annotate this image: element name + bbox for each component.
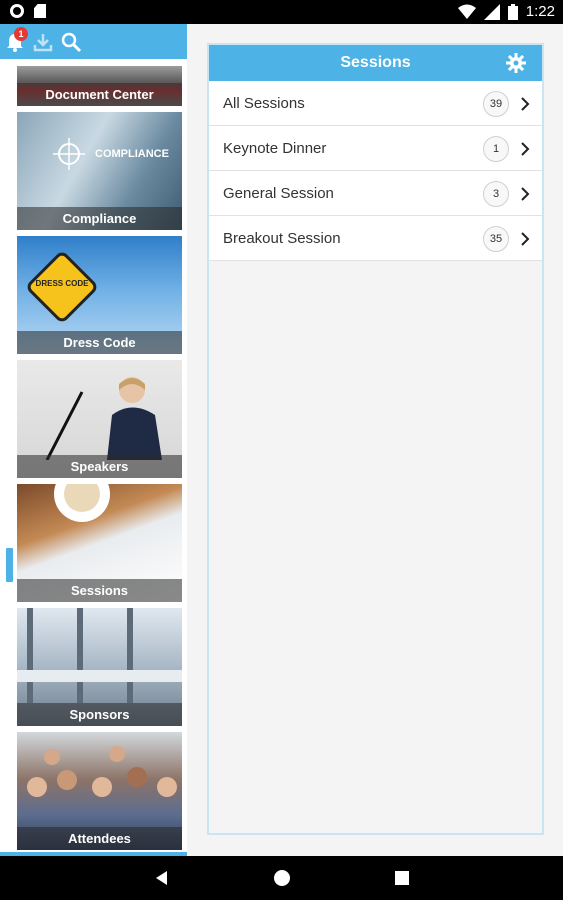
tile-label: Dress Code [17,331,182,354]
notification-badge: 1 [14,27,28,41]
tile-label: Sessions [17,579,182,602]
chevron-right-icon [521,97,530,111]
dress-code-image-text: DRESS CODE [36,279,90,288]
clock: 1:22 [525,3,555,20]
battery-icon [507,3,518,20]
chevron-right-icon [521,187,530,201]
session-label: Breakout Session [223,230,341,247]
sessions-header: Sessions [209,45,542,81]
count-badge: 39 [483,91,509,117]
page-title: Sessions [340,54,411,71]
tile-label: Speakers [17,455,182,478]
gear-icon[interactable] [506,53,526,73]
session-label: All Sessions [223,95,305,112]
compliance-image-text: COMPLIANCE [95,148,169,160]
session-label: Keynote Dinner [223,140,327,157]
sidebar-tiles: Document Center COMPLIANCE Compliance DR… [17,66,182,856]
tile-label: Document Center [17,83,182,106]
sessions-panel: Sessions All Sessions 39 Keynote Dinner … [207,43,544,835]
session-label: General Session [223,185,334,202]
count-badge: 3 [483,181,509,207]
status-bar: 1:22 [0,0,563,24]
selected-tile-indicator [6,548,13,582]
count-badge: 1 [483,136,509,162]
sidebar-tile-sessions[interactable]: Sessions [17,484,182,602]
dress-code-sign-icon: DRESS CODE [27,252,97,322]
session-row-breakout-session[interactable]: Breakout Session 35 [209,216,542,261]
tile-label: Sponsors [17,703,182,726]
recents-icon[interactable] [392,868,412,888]
session-row-keynote-dinner[interactable]: Keynote Dinner 1 [209,126,542,171]
tile-label: Attendees [17,827,182,850]
back-icon[interactable] [152,868,172,888]
signal-icon [483,3,500,20]
sidebar-tile-sponsors[interactable]: Sponsors [17,608,182,726]
tile-label: Compliance [17,207,182,230]
sidebar-tile-speakers[interactable]: Speakers [17,360,182,478]
target-icon [53,138,85,170]
count-badge: 35 [483,226,509,252]
notification-dot-icon [10,4,24,18]
sidebar-tile-attendees[interactable]: Attendees [17,732,182,850]
left-panel: 1 Document Center COMPLIANCE Compliance [0,24,187,856]
session-list: All Sessions 39 Keynote Dinner 1 General… [209,81,542,261]
wifi-icon [457,4,476,19]
session-row-general-session[interactable]: General Session 3 [209,171,542,216]
download-icon[interactable] [32,31,54,53]
sidebar-tile-dress-code[interactable]: DRESS CODE Dress Code [17,236,182,354]
left-toolbar: 1 [0,24,187,59]
coffee-cup-icon [54,484,110,522]
speaker-figure-icon [45,377,162,460]
session-row-all-sessions[interactable]: All Sessions 39 [209,81,542,126]
chevron-right-icon [521,232,530,246]
navigation-bar [0,856,563,900]
search-icon[interactable] [60,31,82,53]
home-icon[interactable] [272,868,292,888]
sidebar-tile-document-center[interactable]: Document Center [17,66,182,106]
chevron-right-icon [521,142,530,156]
sd-card-icon [34,4,46,18]
sidebar-tile-compliance[interactable]: COMPLIANCE Compliance [17,112,182,230]
